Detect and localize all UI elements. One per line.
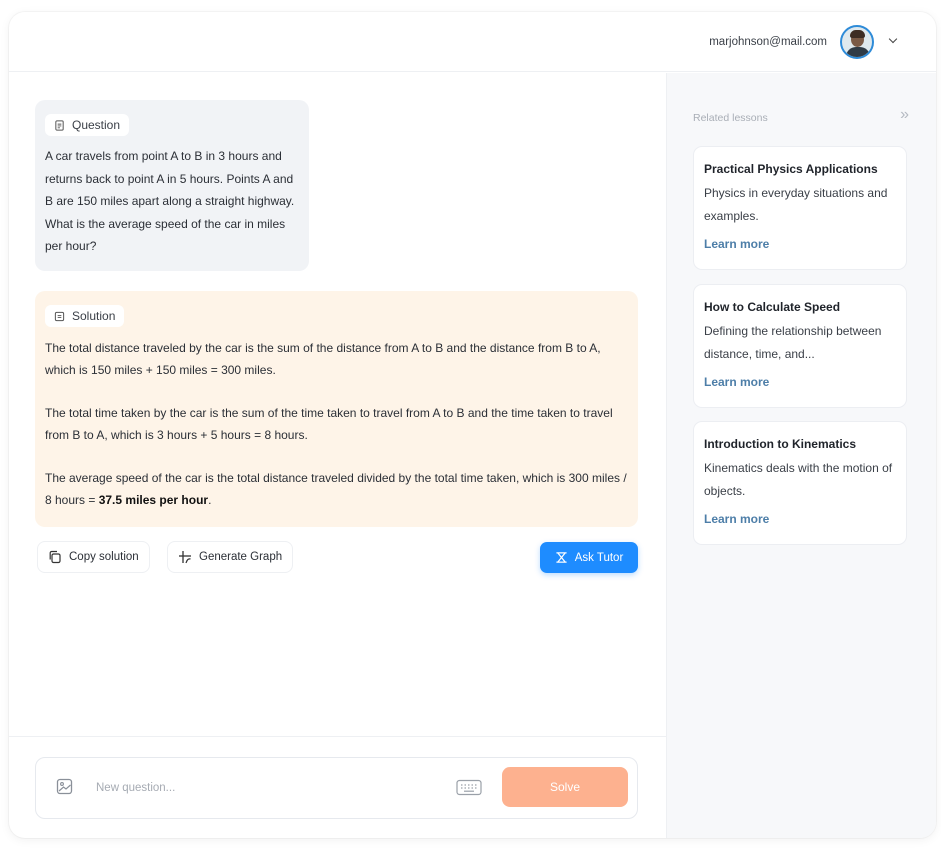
- avatar-body: [846, 47, 870, 57]
- learn-more-link[interactable]: Learn more: [704, 512, 769, 526]
- lesson-title: Introduction to Kinematics: [704, 437, 857, 451]
- avatar-hair: [850, 30, 865, 38]
- related-lessons-sidebar: Related lessons » Practical Physics Appl…: [666, 73, 936, 838]
- ask-tutor-button[interactable]: Ask Tutor: [540, 542, 638, 573]
- copy-solution-label: Copy solution: [69, 551, 139, 563]
- main-panel: Question A car travels from point A to B…: [9, 73, 666, 838]
- tutor-icon: [556, 552, 567, 563]
- user-email[interactable]: marjohnson@mail.com: [709, 36, 827, 48]
- new-question-input[interactable]: [96, 778, 436, 798]
- avatar[interactable]: [840, 25, 874, 59]
- lesson-title: Practical Physics Applications: [704, 162, 878, 176]
- image-upload-icon[interactable]: [56, 778, 73, 795]
- learn-more-link[interactable]: Learn more: [704, 375, 769, 389]
- learn-more-link[interactable]: Learn more: [704, 237, 769, 251]
- graph-icon: [179, 551, 191, 564]
- solution-paragraph-final: The average speed of the car is the tota…: [45, 467, 628, 511]
- question-composer: Solve: [35, 757, 638, 819]
- lesson-card[interactable]: Practical Physics Applications Physics i…: [693, 146, 907, 270]
- app-window: marjohnson@mail.com Question A car trave…: [9, 12, 936, 838]
- question-card: Question A car travels from point A to B…: [35, 100, 309, 271]
- copy-icon: [49, 550, 61, 564]
- lesson-card[interactable]: How to Calculate Speed Defining the rela…: [693, 284, 907, 408]
- copy-solution-button[interactable]: Copy solution: [37, 541, 150, 573]
- top-bar: marjohnson@mail.com: [9, 12, 936, 72]
- lesson-description: Physics in everyday situations and examp…: [704, 186, 888, 223]
- solve-button[interactable]: Solve: [502, 767, 628, 807]
- document-icon: [55, 119, 64, 131]
- question-tag-label: Question: [72, 118, 121, 132]
- solution-card: Solution The total distance traveled by …: [35, 291, 638, 527]
- solution-icon: [54, 311, 65, 321]
- related-lessons-header: Related lessons: [693, 112, 768, 124]
- keyboard-icon[interactable]: [456, 779, 482, 796]
- collapse-sidebar-icon[interactable]: »: [900, 106, 909, 124]
- generate-graph-button[interactable]: Generate Graph: [167, 541, 294, 573]
- chevron-down-icon[interactable]: [888, 34, 898, 44]
- generate-graph-label: Generate Graph: [199, 551, 283, 563]
- lesson-description: Kinematics deals with the motion of obje…: [704, 461, 893, 498]
- solution-tag-label: Solution: [72, 309, 116, 323]
- ask-tutor-label: Ask Tutor: [574, 551, 624, 564]
- solution-paragraph: The total distance traveled by the car i…: [45, 341, 601, 377]
- solution-tag: Solution: [45, 305, 125, 327]
- solution-paragraph: The total time taken by the car is the s…: [45, 406, 613, 442]
- solution-final-suffix: .: [208, 493, 212, 507]
- lesson-card[interactable]: Introduction to Kinematics Kinematics de…: [693, 421, 907, 545]
- question-tag: Question: [45, 114, 130, 136]
- composer-area: Solve: [9, 736, 666, 838]
- solution-answer: 37.5 miles per hour: [98, 493, 209, 507]
- question-text: A car travels from point A to B in 3 hou…: [45, 149, 295, 253]
- lesson-title: How to Calculate Speed: [704, 300, 841, 314]
- lesson-description: Defining the relationship between distan…: [704, 324, 882, 361]
